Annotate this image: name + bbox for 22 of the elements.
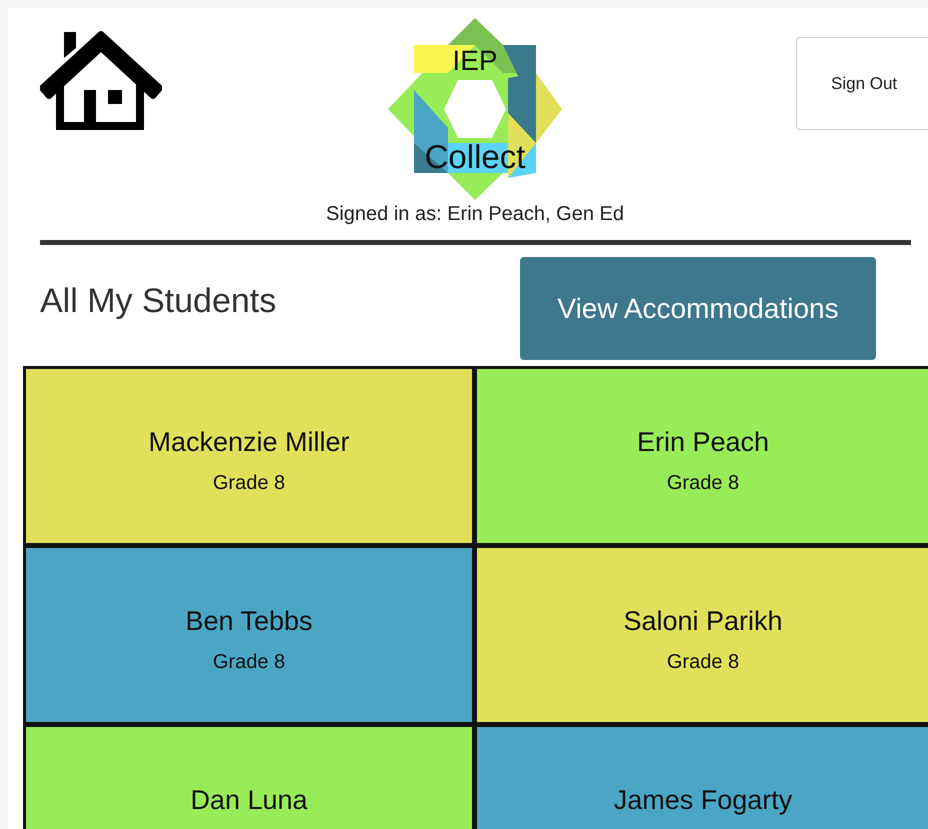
grade-label: Grade 8	[666, 651, 740, 674]
sign-out-button[interactable]: Sign Out	[796, 37, 928, 130]
page-title: All My Students	[40, 282, 278, 321]
logo-top-text: IEP	[452, 45, 498, 76]
student-card[interactable]: Ben Tebbs Grade 8	[26, 548, 472, 722]
student-name: Ben Tebbs	[185, 606, 313, 637]
student-name: Saloni Parikh	[623, 606, 783, 637]
student-name: James Fogarty	[614, 785, 792, 816]
student-name: Erin Peach	[636, 427, 770, 458]
student-card[interactable]: James Fogarty	[477, 727, 928, 829]
student-card[interactable]: Dan Luna	[26, 727, 472, 829]
student-card[interactable]: Mackenzie Miller Grade 8	[26, 369, 472, 543]
student-card[interactable]: Saloni Parikh Grade 8	[477, 548, 928, 722]
student-name: Dan Luna	[190, 785, 308, 816]
view-accommodations-button[interactable]: View Accommodations	[520, 257, 876, 360]
grade-label: Grade 8	[212, 651, 286, 674]
student-name: Mackenzie Miller	[148, 427, 350, 458]
home-icon[interactable]	[40, 28, 162, 130]
student-card[interactable]: Erin Peach Grade 8	[477, 369, 928, 543]
grade-label: Grade 8	[666, 472, 740, 495]
signed-in-text: Signed in as: Erin Peach, Gen Ed	[325, 203, 625, 226]
grade-label: Grade 8	[212, 472, 286, 495]
